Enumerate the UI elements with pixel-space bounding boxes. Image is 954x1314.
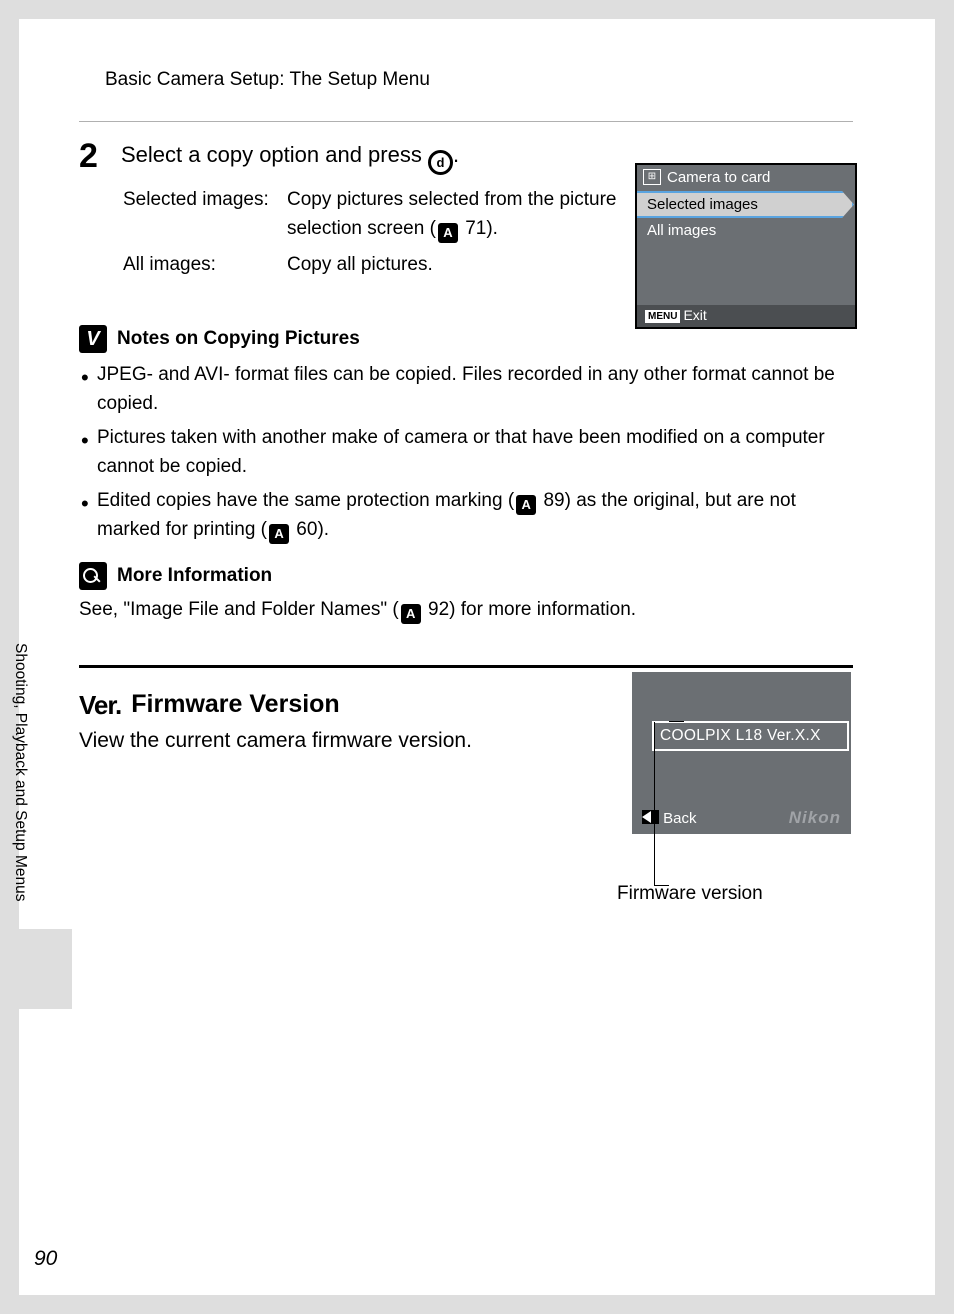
page-ref-icon: A [438,223,458,243]
callout-label: Firmware version [617,883,763,905]
info-head: More Information [79,562,853,590]
exit-label: Exit [683,307,706,323]
header-title: Basic Camera Setup: The Setup Menu [105,69,853,91]
firmware-box: COOLPIX L18 Ver.X.X [652,721,849,751]
note-item: Pictures taken with another make of came… [79,424,853,481]
side-tab: Shooting, Playback and Setup Menus [0,615,40,925]
note-item: Edited copies have the same protection m… [79,487,853,544]
divider [79,121,853,122]
firmware-heading: Firmware Version [131,690,339,719]
brand-label: Nikon [789,808,841,828]
card-icon: ⊞ [643,169,661,185]
back-label: Back [642,810,697,827]
menu-badge: MENU [645,310,680,323]
notes-title: Notes on Copying Pictures [117,328,360,350]
step-title-before: Select a copy option and press [121,142,428,167]
def-desc: Copy all pictures. [287,250,617,279]
def-term: All images: [123,250,287,279]
page-ref-icon: A [401,604,421,624]
cam-item-selected-images: Selected images [637,191,854,218]
ok-icon: d [428,150,453,175]
notes-list: JPEG- and AVI- format files can be copie… [79,361,853,544]
page: Basic Camera Setup: The Setup Menu 2 Sel… [19,19,935,1295]
callout-line [654,722,669,886]
info-text: See, "Image File and Folder Names" (A 92… [79,596,853,625]
side-tab-block [0,929,72,1009]
back-arrow-icon [642,811,651,823]
page-number: 90 [34,1247,57,1271]
step-title-after: . [453,142,459,167]
def-term: Selected images: [123,185,287,244]
cam-item-all-images: All images [637,219,855,242]
camera-screen-copy: ⊞ Camera to card Selected images All ima… [635,163,857,329]
firmware-footer: Back Nikon [642,808,841,828]
cam-footer: MENUExit [637,305,855,327]
info-title: More Information [117,565,272,587]
section-divider [79,665,853,668]
more-info-block: More Information See, "Image File and Fo… [79,562,853,625]
page-ref-icon: A [269,524,289,544]
page-ref-icon: A [516,495,536,515]
ver-icon: Ver. [79,690,121,721]
step-number: 2 [79,139,121,173]
notes-head: V Notes on Copying Pictures [79,325,853,353]
cam-screen-title: ⊞ Camera to card [637,165,855,190]
warning-icon: V [79,325,107,353]
def-desc: Copy pictures selected from the picture … [287,185,617,244]
info-icon [79,562,107,590]
notes-block: V Notes on Copying Pictures JPEG- and AV… [79,325,853,544]
note-item: JPEG- and AVI- format files can be copie… [79,361,853,418]
